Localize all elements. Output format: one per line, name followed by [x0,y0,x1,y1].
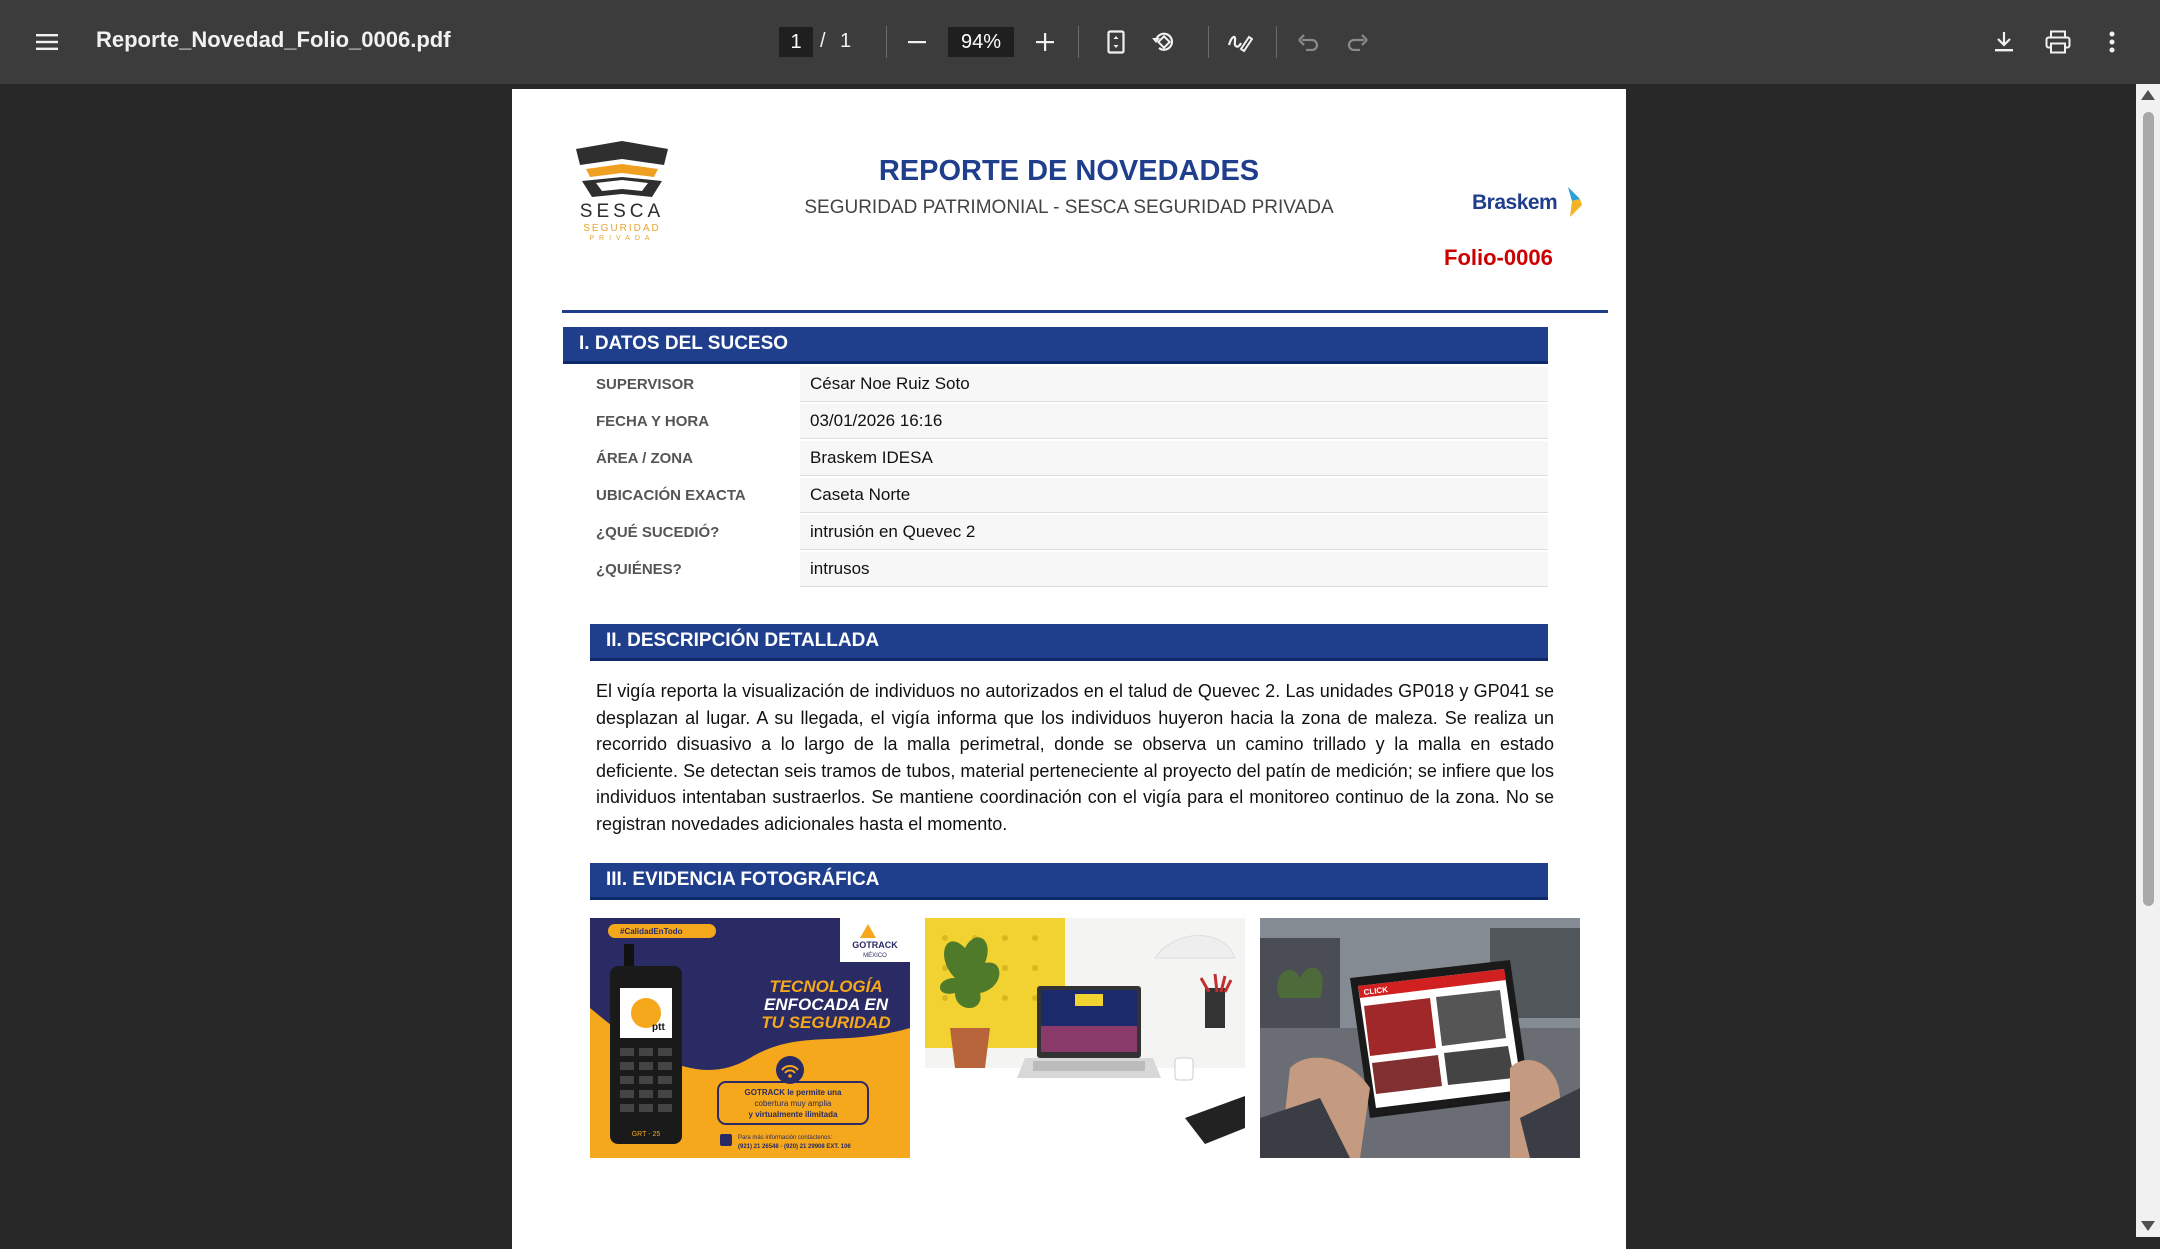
sesca-logo-subtext: SEGURIDAD [583,223,661,234]
field-row-supervisor: SUPERVISOR César Noe Ruiz Soto [590,367,1548,402]
page-separator: / [820,30,826,52]
toolbar-divider [886,26,887,58]
fit-page-icon[interactable] [1100,26,1132,58]
field-label: ¿QUÉ SUCEDIÓ? [596,524,720,541]
document-title: REPORTE DE NOVEDADES [878,155,1260,187]
field-row-quienes: ¿QUIÉNES? intrusos [590,552,1548,587]
field-row-que-sucedio: ¿QUÉ SUCEDIÓ? intrusión en Quevec 2 [590,515,1548,550]
field-row-fecha-hora: FECHA Y HORA 03/01/2026 16:16 [590,404,1548,439]
photo1-brand: GOTRACK [852,940,898,950]
photo1-phone-model: GRT - 25 [632,1131,661,1138]
braskem-swoosh-icon [1568,187,1582,217]
annotate-pen-icon[interactable] [1224,26,1256,58]
pdf-toolbar: Reporte_Novedad_Folio_0006.pdf 1 / 1 94% [0,0,2160,84]
evidence-photo-3: CLICK [1260,918,1580,1158]
photo1-headline-3: TU SEGURIDAD [761,1013,890,1032]
field-label: SUPERVISOR [596,376,695,393]
field-label: FECHA Y HORA [596,413,710,430]
photo1-headline-2: ENFOCADA EN [764,995,889,1014]
toolbar-divider [1208,26,1209,58]
more-options-icon[interactable] [2096,26,2128,58]
field-value: César Noe Ruiz Soto [800,367,1548,402]
photo1-headline-1: TECNOLOGÍA [769,977,882,996]
field-row-area-zona: ÁREA / ZONA Braskem IDESA [590,441,1548,476]
rotate-icon[interactable] [1148,26,1180,58]
section-heading-evidencia: III. EVIDENCIA FOTOGRÁFICA [590,863,1548,900]
photo1-phone-label: ptt [652,1022,665,1033]
field-value: intrusos [800,552,1548,587]
description-paragraph: El vigía reporta la visualización de ind… [596,681,1554,834]
braskem-logo-text: Braskem [1472,191,1558,214]
section-heading-descripcion: II. DESCRIPCIÓN DETALLADA [590,624,1548,661]
photo1-contact-1: Para más información contáctenos: [738,1135,832,1141]
document-subtitle: SEGURIDAD PATRIMONIAL - SESCA SEGURIDAD … [804,197,1334,218]
sesca-logo-subtext-2: PRIVADA [589,235,655,242]
download-icon[interactable] [1988,26,2020,58]
scroll-down-arrow-icon[interactable] [2141,1221,2155,1231]
folio-number: Folio-0006 [1444,245,1553,270]
vertical-scrollbar[interactable] [2136,84,2160,1237]
field-label: ¿QUIÉNES? [596,561,682,578]
field-value: 03/01/2026 16:16 [800,404,1548,439]
scrollbar-thumb[interactable] [2143,112,2154,906]
toolbar-divider [1276,26,1277,58]
print-icon[interactable] [2042,26,2074,58]
redo-icon[interactable] [1342,27,1372,57]
evidence-photo-1: #CalidadEnTodo GOTRACK MÉXICO ptt GRT - … [590,918,910,1158]
zoom-out-icon[interactable] [902,27,932,57]
scroll-up-arrow-icon[interactable] [2141,90,2155,100]
photo1-body-2: cobertura muy amplia [755,1099,832,1108]
zoom-in-icon[interactable] [1030,27,1060,57]
photo1-body-1: GOTRACK le permite una [745,1088,842,1097]
field-value: Caseta Norte [800,478,1548,513]
field-label: ÁREA / ZONA [596,450,693,467]
evidence-photo-2 [925,918,1245,1158]
photo1-brand-sub: MÉXICO [863,952,887,959]
menu-icon[interactable] [28,22,68,62]
section-heading-datos: I. DATOS DEL SUCESO [563,327,1548,364]
braskem-logo: Braskem [1472,185,1582,225]
field-value: Braskem IDESA [800,441,1548,476]
page-number-input[interactable]: 1 [779,27,813,57]
undo-icon[interactable] [1294,27,1324,57]
field-label: UBICACIÓN EXACTA [596,487,746,504]
header-divider [562,310,1608,313]
page-total: 1 [840,30,852,52]
file-name: Reporte_Novedad_Folio_0006.pdf [96,27,451,52]
photo1-hashtag: #CalidadEnTodo [620,927,683,936]
field-row-ubicacion: UBICACIÓN EXACTA Caseta Norte [590,478,1548,513]
photo1-body-3: y virtualmente ilimitada [749,1110,838,1119]
zoom-level-input[interactable]: 94% [948,27,1014,57]
field-value: intrusión en Quevec 2 [800,515,1548,550]
photo1-contact-2: (921) 21 26548 · (920) 21 29908 EXT. 106 [738,1144,851,1150]
pdf-page: SESCA SEGURIDAD PRIVADA REPORTE DE NOVED… [512,89,1626,1249]
toolbar-divider [1078,26,1079,58]
